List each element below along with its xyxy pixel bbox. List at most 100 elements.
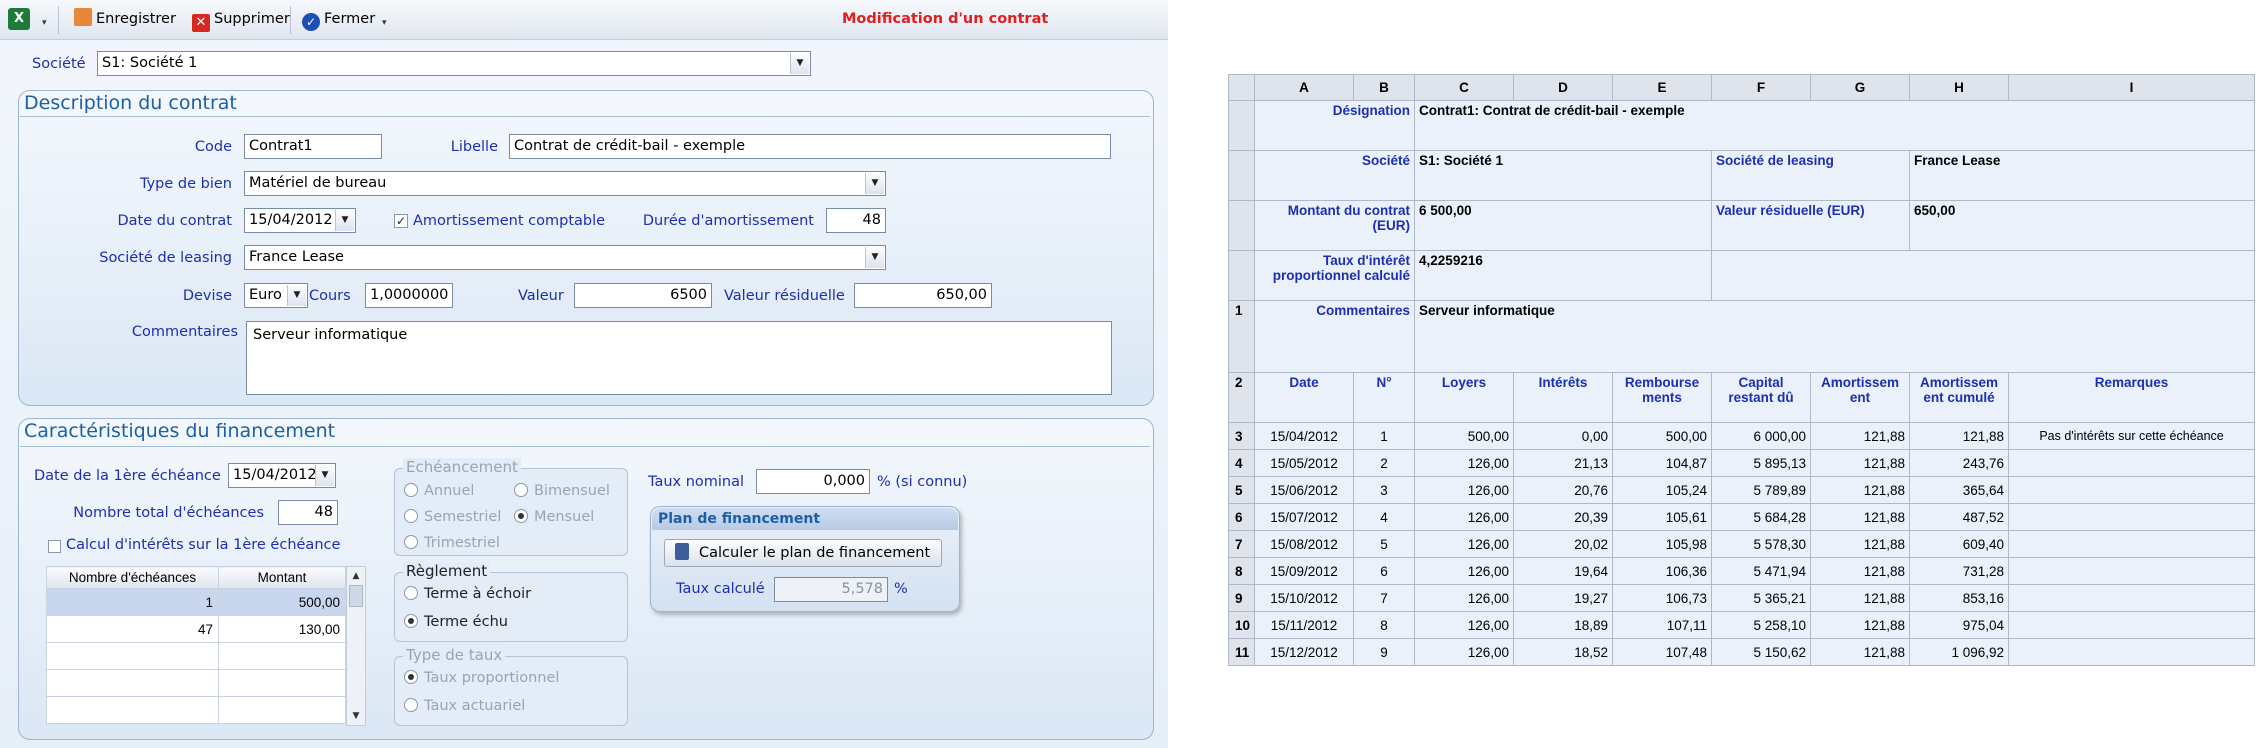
libelle-label: Libelle: [450, 139, 498, 155]
comments-textarea[interactable]: Serveur informatique: [246, 321, 1112, 395]
schedule-cell: 106,73: [1612, 584, 1713, 612]
close-dropdown-icon[interactable]: ▾: [382, 18, 387, 28]
taux-label: Taux d'intérêt proportionnel calculé: [1254, 250, 1416, 301]
schedule-row: 11 15/12/2012 9 126,00 18,52 107,48 5 150,62 12…: [1227, 638, 2256, 666]
scroll-thumb[interactable]: [349, 585, 363, 607]
chevron-down-icon: ▼: [335, 210, 354, 231]
schedule-cell: 5 365,21: [1711, 584, 1812, 612]
calculer-plan-button[interactable]: Calculer le plan de financement: [664, 539, 942, 567]
nb-echeances-field[interactable]: 48: [278, 500, 338, 525]
type-taux-group: Type de taux: [394, 646, 628, 726]
radio-terme-echu-label: Terme échu: [424, 614, 508, 630]
societe-select[interactable]: S1: Société 1 ▼: [97, 51, 811, 76]
grid-row[interactable]: [46, 669, 346, 697]
close-button[interactable]: ✓ Fermer: [302, 3, 375, 35]
schedule-cell: 126,00: [1414, 611, 1515, 639]
amortissement-label: Amortissement comptable: [413, 213, 606, 229]
devise-select[interactable]: Euro ▼: [244, 283, 308, 308]
comments-value: Serveur informatique: [1414, 300, 2256, 373]
schedule-cell: 121,88: [1810, 638, 1911, 666]
delete-button[interactable]: ✕ Supprimer: [192, 3, 290, 35]
chevron-down-icon: ▼: [790, 53, 809, 74]
date-contrat-picker[interactable]: 15/04/2012 ▼: [244, 208, 356, 233]
scroll-up-icon[interactable]: ▲: [347, 567, 365, 585]
schedule-cell: 243,76: [1909, 449, 2010, 477]
grid-cell[interactable]: 47: [46, 615, 219, 643]
row-header: 6: [1227, 503, 1256, 531]
grid-scrollbar[interactable]: ▲ ▼: [346, 566, 366, 726]
taux-calcule-field: 5,578: [774, 577, 888, 602]
schedule-cell: [2008, 638, 2256, 666]
check-icon: ✓: [302, 13, 320, 31]
col-title: Capital restant dû: [1711, 372, 1812, 423]
radio-taux-actuariel[interactable]: Taux actuariel: [404, 698, 525, 714]
radio-circle: [514, 483, 528, 497]
schedule-cell: 609,40: [1909, 530, 2010, 558]
grid-cell[interactable]: [46, 642, 219, 670]
radio-terme-echu[interactable]: Terme échu: [404, 614, 508, 630]
excel-button[interactable]: X: [8, 8, 30, 30]
schedule-cell: 21,13: [1513, 449, 1614, 477]
schedule-cell: 975,04: [1909, 611, 2010, 639]
schedule-cell: 121,88: [1810, 557, 1911, 585]
duree-field[interactable]: 48: [826, 208, 886, 233]
schedule-cell: 121,88: [1810, 530, 1911, 558]
schedule-row: 7 15/08/2012 5 126,00 20,02 105,98 5 578,30 121…: [1227, 530, 2256, 558]
grid-cell[interactable]: 500,00: [218, 588, 346, 616]
schedule-cell: 15/04/2012: [1254, 422, 1355, 450]
schedule-cell: 126,00: [1414, 503, 1515, 531]
code-field[interactable]: Contrat1: [244, 134, 382, 159]
excel-dropdown-icon[interactable]: ▾: [42, 18, 47, 28]
grid-cell[interactable]: [46, 669, 219, 697]
calculator-icon: [675, 543, 689, 560]
schedule-cell: 365,64: [1909, 476, 2010, 504]
grid-row[interactable]: [46, 642, 346, 670]
grid-cell[interactable]: 1: [46, 588, 219, 616]
col-header: G: [1810, 74, 1911, 101]
grid-row[interactable]: 47 130,00: [46, 615, 346, 643]
grid-cell[interactable]: 130,00: [218, 615, 346, 643]
radio-annuel[interactable]: Annuel: [404, 483, 474, 499]
grid-row[interactable]: 1 500,00: [46, 588, 346, 616]
echeances-grid[interactable]: Nombre d'échéances Montant 1 500,00 47 130…: [46, 566, 346, 724]
cours-field[interactable]: 1,0000000: [365, 283, 453, 308]
duree-label: Durée d'amortissement: [642, 213, 814, 229]
grid-cell[interactable]: [218, 696, 346, 724]
libelle-field[interactable]: Contrat de crédit-bail - exemple: [509, 134, 1111, 159]
radio-taux-actuariel-label: Taux actuariel: [424, 698, 526, 714]
cours-label: Cours: [309, 288, 351, 304]
leasing-select[interactable]: France Lease ▼: [244, 245, 886, 270]
taux-nominal-field[interactable]: 0,000: [756, 469, 870, 494]
first-date-picker[interactable]: 15/04/2012 ▼: [228, 463, 336, 488]
save-button[interactable]: Enregistrer: [74, 3, 176, 35]
amortissement-checkbox[interactable]: ✓: [394, 214, 408, 228]
taux-calcule-pct: %: [894, 581, 908, 597]
valeur-field[interactable]: 6500: [574, 283, 712, 308]
schedule-rows: 3 15/04/2012 1 500,00 0,00 500,00 6 000,00 121,…: [1227, 422, 2256, 666]
grid-cell[interactable]: [218, 669, 346, 697]
radio-bimensuel[interactable]: Bimensuel: [514, 483, 610, 499]
radio-taux-proportionnel[interactable]: Taux proportionnel: [404, 670, 559, 686]
grid-cell[interactable]: [218, 642, 346, 670]
schedule-cell: 15/11/2012: [1254, 611, 1355, 639]
col-header: H: [1909, 74, 2010, 101]
excel-icon: X: [13, 11, 25, 26]
type-bien-select[interactable]: Matériel de bureau ▼: [244, 171, 886, 196]
schedule-cell: 15/09/2012: [1254, 557, 1355, 585]
radio-semestriel[interactable]: Semestriel: [404, 509, 501, 525]
schedule-cell: 19,64: [1513, 557, 1614, 585]
schedule-cell: 126,00: [1414, 638, 1515, 666]
row-header: 8: [1227, 557, 1256, 585]
scroll-down-icon[interactable]: ▼: [347, 707, 365, 725]
grid-row[interactable]: [46, 696, 346, 724]
residuelle-field[interactable]: 650,00: [854, 283, 992, 308]
radio-mensuel[interactable]: Mensuel: [514, 509, 594, 525]
schedule-row: 10 15/11/2012 8 126,00 18,89 107,11 5 258,10 12…: [1227, 611, 2256, 639]
chevron-down-icon: ▼: [315, 465, 334, 486]
save-icon: [74, 8, 92, 26]
calc-interets-checkbox[interactable]: [48, 540, 61, 553]
grid-cell[interactable]: [46, 696, 219, 724]
schedule-cell: [2008, 557, 2256, 585]
radio-trimestriel[interactable]: Trimestriel: [404, 535, 500, 551]
radio-terme-echoir[interactable]: Terme à échoir: [404, 586, 531, 602]
